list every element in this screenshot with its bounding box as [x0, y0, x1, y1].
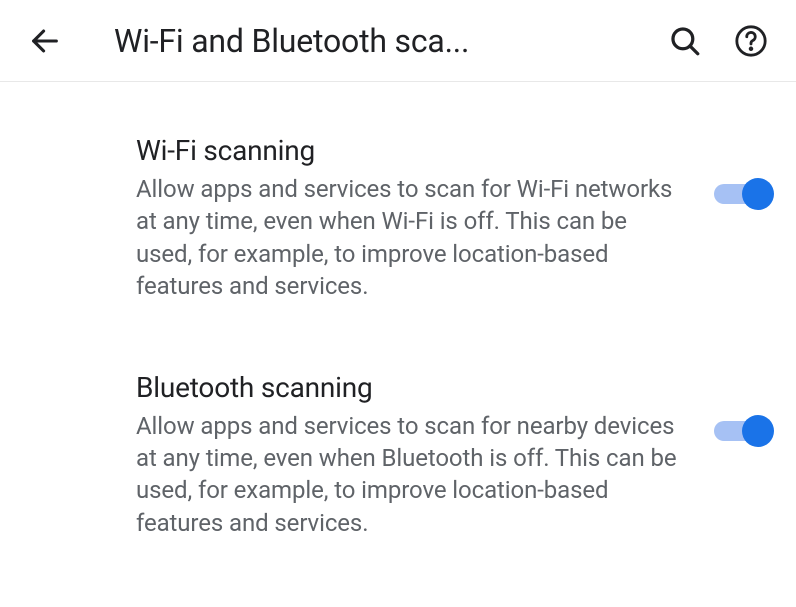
wifi-scanning-toggle[interactable] [714, 184, 766, 204]
back-button[interactable] [24, 20, 66, 62]
toggle-container [708, 134, 772, 204]
app-header: Wi-Fi and Bluetooth sca... [0, 0, 796, 82]
wifi-scanning-description: Allow apps and services to scan for Wi-F… [136, 173, 684, 303]
page-title: Wi-Fi and Bluetooth sca... [114, 22, 594, 60]
bluetooth-scanning-toggle[interactable] [714, 421, 766, 441]
bluetooth-scanning-setting[interactable]: Bluetooth scanning Allow apps and servic… [0, 351, 796, 568]
search-button[interactable] [664, 20, 706, 62]
setting-text-block: Bluetooth scanning Allow apps and servic… [136, 371, 708, 540]
header-actions [664, 20, 772, 62]
wifi-scanning-title: Wi-Fi scanning [136, 134, 684, 167]
toggle-container [708, 371, 772, 441]
toggle-thumb [742, 178, 774, 210]
help-button[interactable] [730, 20, 772, 62]
arrow-back-icon [28, 24, 62, 58]
bluetooth-scanning-description: Allow apps and services to scan for near… [136, 410, 684, 540]
settings-content: Wi-Fi scanning Allow apps and services t… [0, 82, 796, 599]
wifi-scanning-setting[interactable]: Wi-Fi scanning Allow apps and services t… [0, 114, 796, 331]
setting-text-block: Wi-Fi scanning Allow apps and services t… [136, 134, 708, 303]
help-icon [734, 24, 768, 58]
bluetooth-scanning-title: Bluetooth scanning [136, 371, 684, 404]
toggle-thumb [742, 415, 774, 447]
search-icon [668, 24, 702, 58]
